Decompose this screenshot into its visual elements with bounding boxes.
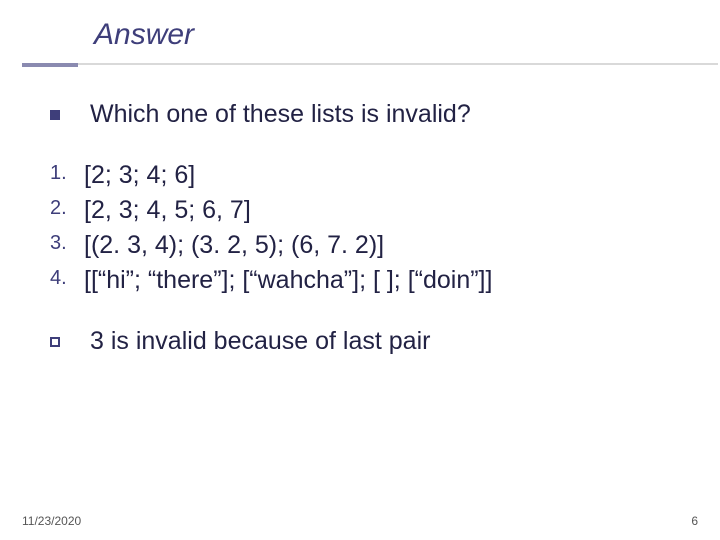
answer-row: 3 is invalid because of last pair	[50, 325, 696, 358]
question-text: Which one of these lists is invalid?	[90, 98, 471, 131]
item-text: [2; 3; 4; 6]	[84, 159, 195, 192]
item-number: 1.	[50, 159, 84, 185]
item-text: [[“hi”; “there”]; [“wahcha”]; [ ]; [“doi…	[84, 264, 492, 297]
answer-text: 3 is invalid because of last pair	[90, 325, 430, 358]
footer-page-number: 6	[691, 514, 698, 528]
list-item: 2. [2, 3; 4, 5; 6, 7]	[50, 194, 696, 227]
list-item: 3. [(2. 3, 4); (3. 2, 5); (6, 7. 2)]	[50, 229, 696, 262]
slide-content: Which one of these lists is invalid? 1. …	[50, 98, 696, 366]
question-row: Which one of these lists is invalid?	[50, 98, 696, 131]
square-outline-bullet-icon	[50, 337, 60, 347]
list-item: 1. [2; 3; 4; 6]	[50, 159, 696, 192]
item-number: 3.	[50, 229, 84, 255]
item-text: [2, 3; 4, 5; 6, 7]	[84, 194, 251, 227]
footer-date: 11/23/2020	[22, 514, 81, 528]
item-text: [(2. 3, 4); (3. 2, 5); (6, 7. 2)]	[84, 229, 384, 262]
square-bullet-icon	[50, 110, 60, 120]
slide-title: Answer	[94, 18, 720, 52]
title-underline	[78, 63, 718, 65]
slide-footer: 11/23/2020 6	[22, 514, 698, 528]
list-item: 4. [[“hi”; “there”]; [“wahcha”]; [ ]; [“…	[50, 264, 696, 297]
accent-bar	[22, 63, 78, 67]
item-number: 2.	[50, 194, 84, 220]
item-number: 4.	[50, 264, 84, 290]
options-list: 1. [2; 3; 4; 6] 2. [2, 3; 4, 5; 6, 7] 3.…	[50, 159, 696, 297]
